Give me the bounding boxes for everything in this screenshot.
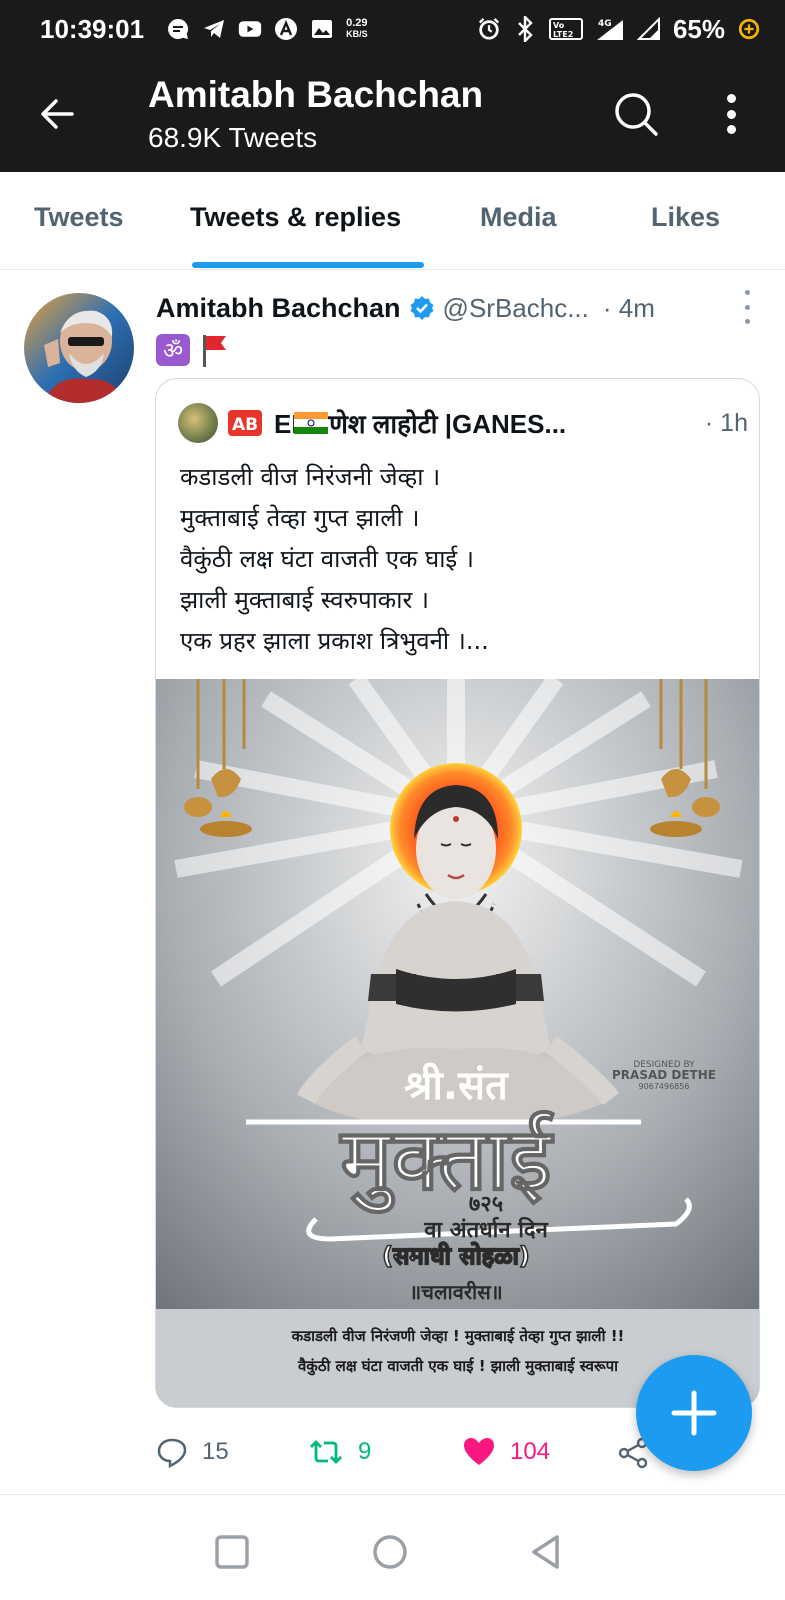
back-arrow-icon xyxy=(41,99,74,129)
svg-text:PRASAD DETHE: PRASAD DETHE xyxy=(612,1068,716,1082)
quoted-tweet-card[interactable]: AB EF गणेश लाहोटी |GANES... · 1h कडाडली … xyxy=(155,378,760,1408)
ab-badge-icon: AB xyxy=(228,410,262,436)
search-icon xyxy=(615,93,658,136)
heart-icon xyxy=(464,1438,494,1465)
like-count: 104 xyxy=(510,1438,551,1465)
system-navigation-bar xyxy=(0,1500,785,1600)
quoted-tweet-header: AB EF गणेश लाहोटी |GANES... · 1h xyxy=(178,401,748,445)
quoted-line: वैकुंठी लक्ष घंटा वाजती एक घाई । xyxy=(180,545,474,573)
retweet-button[interactable]: 9 xyxy=(308,1436,371,1468)
overflow-menu-button[interactable] xyxy=(716,90,746,138)
profile-title: Amitabh Bachchan xyxy=(148,74,484,115)
quoted-tweet-text: कडाडली वीज निरंजनी जेव्हा । मुक्ताबाई ते… xyxy=(180,457,740,662)
om-emoji: ॐ xyxy=(156,334,190,366)
svg-text:Vo: Vo xyxy=(553,21,565,30)
svg-text:७२५: ७२५ xyxy=(469,1192,503,1217)
quoted-author-avatar xyxy=(178,403,218,443)
status-bar: 10:39:01 0.29 KB/S Vo LTE2 4G 65% xyxy=(0,0,785,58)
tweet-count: 68.9K Tweets xyxy=(148,122,318,153)
alarm-icon xyxy=(477,17,501,41)
svg-text:9067496856: 9067496856 xyxy=(639,1082,690,1091)
home-icon xyxy=(373,1535,407,1569)
quoted-tweet-time: · 1h xyxy=(704,408,748,437)
svg-text:वा अंतर्धान दिन: वा अंतर्धान दिन xyxy=(423,1216,548,1243)
avatar-image xyxy=(24,293,134,403)
retweet-count: 9 xyxy=(358,1438,372,1465)
tab-tweets-and-replies[interactable]: Tweets & replies xyxy=(190,202,401,233)
india-flag-icon xyxy=(294,412,328,434)
gallery-icon xyxy=(310,17,334,41)
youtube-icon xyxy=(238,17,262,41)
reply-icon xyxy=(157,1438,187,1468)
verified-badge-icon xyxy=(410,296,434,320)
author-avatar[interactable] xyxy=(24,293,134,403)
home-button[interactable] xyxy=(370,1532,410,1572)
quoted-line: कडाडली वीज निरंजनी जेव्हा । xyxy=(180,463,441,491)
quoted-line: झाली मुक्ताबाई स्वरुपाकार । xyxy=(180,586,429,614)
profile-tabs: Tweets Tweets & replies Media Likes xyxy=(0,172,785,270)
back-triangle-icon xyxy=(532,1535,559,1569)
reply-button[interactable]: 15 xyxy=(156,1436,229,1468)
signal-4g-icon: 4G xyxy=(595,17,625,41)
like-button[interactable]: 104 xyxy=(462,1436,550,1468)
author-handle[interactable]: @SrBachc... xyxy=(443,293,589,324)
reply-count: 15 xyxy=(202,1438,229,1465)
quoted-line: एक प्रहर झाला प्रकाश त्रिभुवनी ।... xyxy=(180,627,489,655)
svg-text:AB: AB xyxy=(232,415,258,435)
tab-likes[interactable]: Likes xyxy=(651,202,720,233)
tweet-text: ॐ xyxy=(156,330,228,370)
signal-icon xyxy=(636,17,661,41)
svg-text:वैकुंठी लक्ष घंटा वाजती एक घाई: वैकुंठी लक्ष घंटा वाजती एक घाई ! झाली मु… xyxy=(297,1357,619,1376)
quoted-tweet-image[interactable]: DESIGNED BY PRASAD DETHE 9067496856 श्री… xyxy=(156,679,759,1407)
speed-unit: KB/S xyxy=(346,29,368,39)
battery-saver-icon xyxy=(737,17,761,41)
back-nav-button[interactable] xyxy=(526,1532,566,1572)
bluetooth-icon xyxy=(513,16,537,42)
svg-text:(समाधी सोहळा): (समाधी सोहळा) xyxy=(382,1242,530,1270)
svg-text:कडाडली वीज निरंजणी जेव्हा ! मु: कडाडली वीज निरंजणी जेव्हा ! मुक्ताबाई ते… xyxy=(291,1327,625,1346)
profile-header: Amitabh Bachchan 68.9K Tweets xyxy=(0,62,785,172)
messaging-icon xyxy=(166,17,190,41)
status-notification-icons: 0.29 KB/S xyxy=(166,17,368,41)
svg-text:मुक्ताई: मुक्ताई xyxy=(338,1110,554,1214)
list-divider xyxy=(0,1494,785,1495)
search-button[interactable] xyxy=(612,90,660,138)
recents-button[interactable] xyxy=(212,1532,252,1572)
recents-icon xyxy=(215,1535,249,1569)
telegram-icon xyxy=(202,17,226,41)
red-flag-icon xyxy=(200,333,228,367)
svg-text:श्री.संत: श्री.संत xyxy=(404,1062,509,1109)
tweet-time: · 4m xyxy=(602,292,655,323)
retweet-icon xyxy=(310,1440,342,1464)
tab-media[interactable]: Media xyxy=(480,202,557,233)
muktai-poster: DESIGNED BY PRASAD DETHE 9067496856 श्री… xyxy=(156,679,759,1407)
compose-tweet-button[interactable] xyxy=(636,1355,752,1471)
top-bar: 10:39:01 0.29 KB/S Vo LTE2 4G 65% Amitab… xyxy=(0,0,785,172)
active-tab-indicator xyxy=(192,262,424,268)
status-time: 10:39:01 xyxy=(40,13,145,44)
app-a-icon xyxy=(274,17,298,41)
battery-percent: 65% xyxy=(672,13,725,44)
speed-value: 0.29 xyxy=(346,17,368,29)
svg-text:4G: 4G xyxy=(598,19,612,29)
tweet-header: Amitabh Bachchan @SrBachc... · 4m xyxy=(156,288,760,328)
plus-icon xyxy=(671,1390,717,1436)
tab-tweets[interactable]: Tweets xyxy=(34,202,124,233)
back-button[interactable] xyxy=(36,92,80,136)
quoted-line: मुक्ताबाई तेव्हा गुप्त झाली । xyxy=(180,504,420,532)
svg-text:LTE2: LTE2 xyxy=(553,30,573,39)
svg-text:॥चलावरीस॥: ॥चलावरीस॥ xyxy=(409,1280,502,1304)
volte-icon: Vo LTE2 xyxy=(548,17,583,41)
status-system-icons: Vo LTE2 4G 65% xyxy=(477,14,761,45)
network-speed: 0.29 KB/S xyxy=(346,18,368,40)
author-name[interactable]: Amitabh Bachchan xyxy=(156,293,401,324)
tweet-options-button[interactable] xyxy=(741,290,753,324)
